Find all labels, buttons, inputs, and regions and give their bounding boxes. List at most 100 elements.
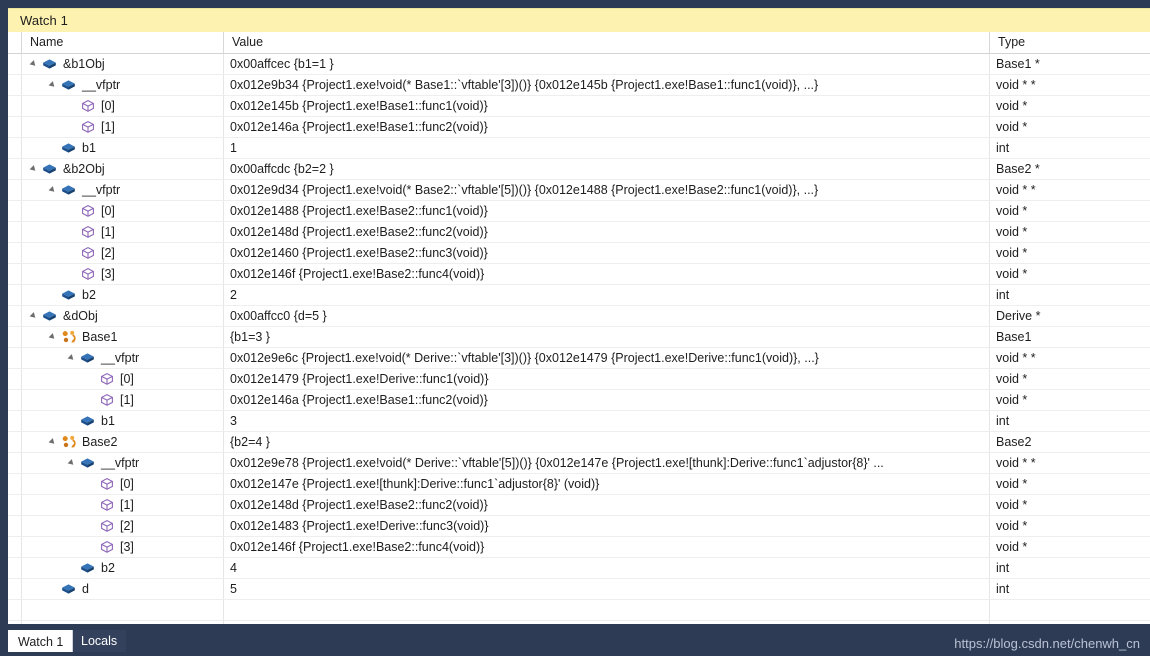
cell-value[interactable]: 4 [224,558,990,578]
cell-name[interactable]: __vfptr [22,348,224,368]
column-header-value[interactable]: Value [224,32,990,53]
cell-name[interactable]: __vfptr [22,180,224,200]
cell-name[interactable]: d [22,579,224,599]
watch-expression-name: [3] [101,267,115,281]
table-row[interactable]: [0] 0x012e145b {Project1.exe!Base1::func1… [8,96,1150,117]
tab-watch-1[interactable]: Watch 1 [8,630,74,652]
cell-name[interactable]: b2 [22,558,224,578]
table-row[interactable]: __vfptr 0x012e9e78 {Project1.exe!void(* D… [8,453,1150,474]
cell-name[interactable]: [0] [22,369,224,389]
table-row[interactable]: [0] 0x012e1479 {Project1.exe!Derive::func… [8,369,1150,390]
cell-name[interactable]: [1] [22,495,224,515]
table-row[interactable]: [3] 0x012e146f {Project1.exe!Base2::func4… [8,264,1150,285]
cell-name[interactable]: &dObj [22,306,224,326]
table-row[interactable]: __vfptr 0x012e9e6c {Project1.exe!void(* D… [8,348,1150,369]
expander-collapse-icon[interactable] [47,180,60,200]
cell-value[interactable]: 0x012e146a {Project1.exe!Base1::func2(vo… [224,117,990,137]
cell-name[interactable]: Base1 [22,327,224,347]
cell-name[interactable]: &b2Obj [22,159,224,179]
column-header-name[interactable]: Name [22,32,224,53]
cell-value[interactable]: 0x012e1460 {Project1.exe!Base2::func3(vo… [224,243,990,263]
cell-value[interactable]: 0x012e146f {Project1.exe!Base2::func4(vo… [224,537,990,557]
cell-value[interactable]: 0x00affcec {b1=1 } [224,54,990,74]
cell-value[interactable]: 0x012e147e {Project1.exe![thunk]:Derive:… [224,474,990,494]
table-row[interactable]: [1] 0x012e148d {Project1.exe!Base2::func2… [8,222,1150,243]
cell-name[interactable]: Base2 [22,432,224,452]
cell-value[interactable]: 2 [224,285,990,305]
cell-name[interactable]: [0] [22,96,224,116]
cell-value[interactable]: 0x00affcdc {b2=2 } [224,159,990,179]
cell-value[interactable]: 0x012e1479 {Project1.exe!Derive::func1(v… [224,369,990,389]
table-row-empty[interactable] [8,600,1150,621]
cell-name[interactable]: [3] [22,264,224,284]
cell-value[interactable]: 5 [224,579,990,599]
cell-value[interactable]: {b2=4 } [224,432,990,452]
cell-name[interactable]: b1 [22,138,224,158]
table-row[interactable]: __vfptr 0x012e9d34 {Project1.exe!void(* B… [8,180,1150,201]
table-row[interactable]: __vfptr 0x012e9b34 {Project1.exe!void(* B… [8,75,1150,96]
table-row[interactable]: [0] 0x012e147e {Project1.exe![thunk]:Deri… [8,474,1150,495]
expander-collapse-icon[interactable] [47,327,60,347]
cell-value[interactable]: 0x012e9b34 {Project1.exe!void(* Base1::`… [224,75,990,95]
cell-name[interactable]: __vfptr [22,453,224,473]
expander-collapse-icon[interactable] [66,348,79,368]
cell-value[interactable]: 3 [224,411,990,431]
cell-name[interactable]: [0] [22,474,224,494]
table-row[interactable]: b2 4 int [8,558,1150,579]
table-row[interactable]: b1 3 int [8,411,1150,432]
cell-value[interactable]: 0x012e9e78 {Project1.exe!void(* Derive::… [224,453,990,473]
cell-value[interactable]: 0x012e9d34 {Project1.exe!void(* Base2::`… [224,180,990,200]
cell-name[interactable]: [0] [22,201,224,221]
table-row[interactable]: &dObj 0x00affcc0 {d=5 } Derive * [8,306,1150,327]
table-row[interactable]: [0] 0x012e1488 {Project1.exe!Base2::func1… [8,201,1150,222]
table-row[interactable]: [3] 0x012e146f {Project1.exe!Base2::func4… [8,537,1150,558]
table-row[interactable]: Base2 {b2=4 } Base2 [8,432,1150,453]
table-row[interactable]: [1] 0x012e146a {Project1.exe!Base1::func2… [8,390,1150,411]
column-header-type[interactable]: Type [990,32,1150,53]
expander-collapse-icon[interactable] [47,432,60,452]
table-row[interactable]: [1] 0x012e146a {Project1.exe!Base1::func2… [8,117,1150,138]
cell-value[interactable]: 1 [224,138,990,158]
tab-locals[interactable]: Locals [72,630,127,652]
cell-value[interactable]: 0x012e1488 {Project1.exe!Base2::func1(vo… [224,201,990,221]
cell-value[interactable]: 0x012e148d {Project1.exe!Base2::func2(vo… [224,495,990,515]
expander-placeholder [66,264,79,284]
expander-collapse-icon[interactable] [66,453,79,473]
cell-name[interactable]: [1] [22,117,224,137]
table-row[interactable]: d 5 int [8,579,1150,600]
table-row[interactable]: b1 1 int [8,138,1150,159]
cell-value[interactable]: 0x012e146a {Project1.exe!Base1::func2(vo… [224,390,990,410]
cell-value[interactable]: {b1=3 } [224,327,990,347]
expander-placeholder [66,411,79,431]
expander-collapse-icon[interactable] [28,306,41,326]
cell-value[interactable]: 0x00affcc0 {d=5 } [224,306,990,326]
expander-placeholder [47,138,60,158]
cell-name[interactable]: [3] [22,537,224,557]
cell-value[interactable]: 0x012e146f {Project1.exe!Base2::func4(vo… [224,264,990,284]
row-gutter [8,495,22,515]
cell-name[interactable]: &b1Obj [22,54,224,74]
cell-value[interactable]: 0x012e9e6c {Project1.exe!void(* Derive::… [224,348,990,368]
expander-collapse-icon[interactable] [28,159,41,179]
cell-name[interactable]: [2] [22,243,224,263]
table-row[interactable]: b2 2 int [8,285,1150,306]
table-row[interactable]: &b2Obj 0x00affcdc {b2=2 } Base2 * [8,159,1150,180]
row-gutter [8,474,22,494]
table-row[interactable]: &b1Obj 0x00affcec {b1=1 } Base1 * [8,54,1150,75]
cell-name[interactable]: [1] [22,222,224,242]
cell-name[interactable]: __vfptr [22,75,224,95]
page-title: Watch 1 [20,13,68,28]
expander-collapse-icon[interactable] [28,54,41,74]
table-row[interactable]: Base1 {b1=3 } Base1 [8,327,1150,348]
cell-value[interactable]: 0x012e148d {Project1.exe!Base2::func2(vo… [224,222,990,242]
cell-value[interactable]: 0x012e1483 {Project1.exe!Derive::func3(v… [224,516,990,536]
table-row[interactable]: [2] 0x012e1483 {Project1.exe!Derive::func… [8,516,1150,537]
cell-name[interactable]: b1 [22,411,224,431]
cell-value[interactable]: 0x012e145b {Project1.exe!Base1::func1(vo… [224,96,990,116]
cell-name[interactable]: [1] [22,390,224,410]
table-row[interactable]: [1] 0x012e148d {Project1.exe!Base2::func2… [8,495,1150,516]
table-row[interactable]: [2] 0x012e1460 {Project1.exe!Base2::func3… [8,243,1150,264]
cell-name[interactable]: [2] [22,516,224,536]
cell-name[interactable]: b2 [22,285,224,305]
expander-collapse-icon[interactable] [47,75,60,95]
